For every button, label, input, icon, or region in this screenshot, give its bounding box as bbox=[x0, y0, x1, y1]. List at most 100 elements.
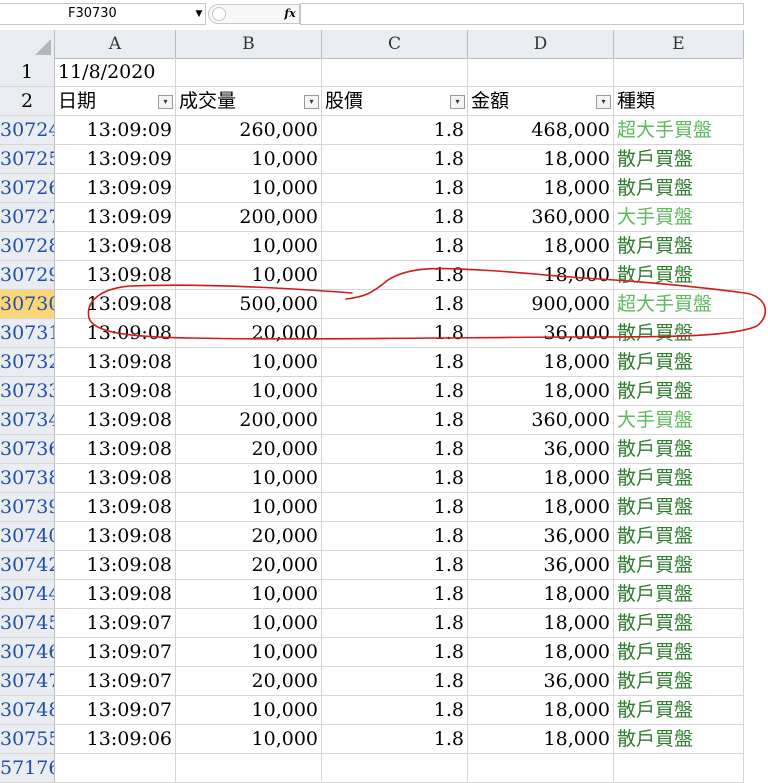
amount-cell[interactable]: 18,000 bbox=[468, 638, 614, 666]
type-cell[interactable]: 散戶買盤 bbox=[614, 667, 744, 695]
price-cell[interactable]: 1.8 bbox=[322, 696, 468, 724]
row-header[interactable]: 30730 bbox=[0, 290, 55, 318]
amount-cell[interactable]: 18,000 bbox=[468, 493, 614, 521]
time-cell[interactable]: 13:09:07 bbox=[55, 667, 176, 695]
volume-cell[interactable]: 20,000 bbox=[176, 667, 322, 695]
column-header-c[interactable]: C bbox=[322, 30, 468, 58]
price-cell[interactable]: 1.8 bbox=[322, 232, 468, 260]
price-cell[interactable]: 1.8 bbox=[322, 638, 468, 666]
row-header[interactable]: 1 bbox=[0, 58, 55, 86]
price-cell[interactable]: 1.8 bbox=[322, 406, 468, 434]
type-cell[interactable]: 大手買盤 bbox=[614, 406, 744, 434]
row-header[interactable]: 30731 bbox=[0, 319, 55, 347]
type-cell[interactable]: 散戶買盤 bbox=[614, 696, 744, 724]
volume-cell[interactable]: 10,000 bbox=[176, 377, 322, 405]
filter-active-icon[interactable]: ▾ bbox=[450, 95, 465, 109]
time-cell[interactable]: 13:09:09 bbox=[55, 174, 176, 202]
column-header-b[interactable]: B bbox=[176, 30, 322, 58]
volume-cell[interactable]: 10,000 bbox=[176, 261, 322, 289]
empty-cell[interactable] bbox=[176, 754, 322, 782]
type-cell[interactable]: 散戶買盤 bbox=[614, 174, 744, 202]
type-cell[interactable]: 散戶買盤 bbox=[614, 435, 744, 463]
type-cell[interactable]: 散戶買盤 bbox=[614, 725, 744, 753]
select-all-button[interactable] bbox=[0, 30, 55, 58]
row-header[interactable]: 30734 bbox=[0, 406, 55, 434]
amount-cell[interactable]: 18,000 bbox=[468, 174, 614, 202]
volume-cell[interactable]: 500,000 bbox=[176, 290, 322, 318]
type-cell[interactable]: 散戶買盤 bbox=[614, 638, 744, 666]
type-cell[interactable]: 散戶買盤 bbox=[614, 348, 744, 376]
empty-cell[interactable] bbox=[55, 754, 176, 782]
amount-cell[interactable]: 18,000 bbox=[468, 261, 614, 289]
row-header[interactable]: 30746 bbox=[0, 638, 55, 666]
time-cell[interactable]: 13:09:07 bbox=[55, 696, 176, 724]
row-header[interactable]: 30748 bbox=[0, 696, 55, 724]
header-cell[interactable]: 成交量 bbox=[176, 87, 322, 115]
volume-cell[interactable]: 10,000 bbox=[176, 493, 322, 521]
row-header[interactable]: 30728 bbox=[0, 232, 55, 260]
amount-cell[interactable]: 18,000 bbox=[468, 580, 614, 608]
volume-cell[interactable]: 10,000 bbox=[176, 145, 322, 173]
price-cell[interactable]: 1.8 bbox=[322, 203, 468, 231]
price-cell[interactable]: 1.8 bbox=[322, 174, 468, 202]
volume-cell[interactable]: 20,000 bbox=[176, 551, 322, 579]
type-cell[interactable]: 散戶買盤 bbox=[614, 580, 744, 608]
empty-cell[interactable] bbox=[322, 58, 468, 86]
amount-cell[interactable]: 36,000 bbox=[468, 551, 614, 579]
volume-cell[interactable]: 200,000 bbox=[176, 203, 322, 231]
volume-cell[interactable]: 10,000 bbox=[176, 464, 322, 492]
price-cell[interactable]: 1.8 bbox=[322, 319, 468, 347]
row-header[interactable]: 30740 bbox=[0, 522, 55, 550]
time-cell[interactable]: 13:09:08 bbox=[55, 261, 176, 289]
type-cell[interactable]: 散戶買盤 bbox=[614, 319, 744, 347]
empty-cell[interactable] bbox=[468, 58, 614, 86]
price-cell[interactable]: 1.8 bbox=[322, 464, 468, 492]
volume-cell[interactable]: 10,000 bbox=[176, 348, 322, 376]
volume-cell[interactable]: 10,000 bbox=[176, 580, 322, 608]
amount-cell[interactable]: 18,000 bbox=[468, 232, 614, 260]
time-cell[interactable]: 13:09:09 bbox=[55, 145, 176, 173]
time-cell[interactable]: 13:09:08 bbox=[55, 522, 176, 550]
price-cell[interactable]: 1.8 bbox=[322, 522, 468, 550]
price-cell[interactable]: 1.8 bbox=[322, 435, 468, 463]
time-cell[interactable]: 13:09:08 bbox=[55, 435, 176, 463]
amount-cell[interactable]: 36,000 bbox=[468, 522, 614, 550]
time-cell[interactable]: 13:09:07 bbox=[55, 609, 176, 637]
type-cell[interactable]: 散戶買盤 bbox=[614, 609, 744, 637]
time-cell[interactable]: 13:09:08 bbox=[55, 377, 176, 405]
row-header[interactable]: 30745 bbox=[0, 609, 55, 637]
empty-cell[interactable] bbox=[614, 754, 744, 782]
type-cell[interactable]: 散戶買盤 bbox=[614, 522, 744, 550]
row-header[interactable]: 30733 bbox=[0, 377, 55, 405]
row-header[interactable]: 30755 bbox=[0, 725, 55, 753]
row-header[interactable]: 30747 bbox=[0, 667, 55, 695]
time-cell[interactable]: 13:09:07 bbox=[55, 638, 176, 666]
price-cell[interactable]: 1.8 bbox=[322, 580, 468, 608]
price-cell[interactable]: 1.8 bbox=[322, 116, 468, 144]
type-cell[interactable]: 超大手買盤 bbox=[614, 116, 744, 144]
price-cell[interactable]: 1.8 bbox=[322, 493, 468, 521]
empty-cell[interactable] bbox=[468, 754, 614, 782]
column-header-e[interactable]: E bbox=[614, 30, 744, 58]
row-header[interactable]: 30724 bbox=[0, 116, 55, 144]
price-cell[interactable]: 1.8 bbox=[322, 261, 468, 289]
row-header[interactable]: 57176 bbox=[0, 754, 55, 782]
empty-cell[interactable] bbox=[322, 754, 468, 782]
column-header-a[interactable]: A bbox=[55, 30, 176, 58]
volume-cell[interactable]: 10,000 bbox=[176, 696, 322, 724]
type-cell[interactable]: 散戶買盤 bbox=[614, 232, 744, 260]
amount-cell[interactable]: 18,000 bbox=[468, 145, 614, 173]
price-cell[interactable]: 1.8 bbox=[322, 551, 468, 579]
amount-cell[interactable]: 18,000 bbox=[468, 464, 614, 492]
volume-cell[interactable]: 260,000 bbox=[176, 116, 322, 144]
time-cell[interactable]: 13:09:08 bbox=[55, 319, 176, 347]
time-cell[interactable]: 13:09:08 bbox=[55, 290, 176, 318]
time-cell[interactable]: 13:09:08 bbox=[55, 493, 176, 521]
time-cell[interactable]: 13:09:08 bbox=[55, 464, 176, 492]
header-cell[interactable]: 股價 bbox=[322, 87, 468, 115]
row-header[interactable]: 30732 bbox=[0, 348, 55, 376]
time-cell[interactable]: 13:09:08 bbox=[55, 232, 176, 260]
price-cell[interactable]: 1.8 bbox=[322, 725, 468, 753]
filter-dropdown-icon[interactable]: ▾ bbox=[596, 95, 611, 109]
time-cell[interactable]: 13:09:08 bbox=[55, 406, 176, 434]
